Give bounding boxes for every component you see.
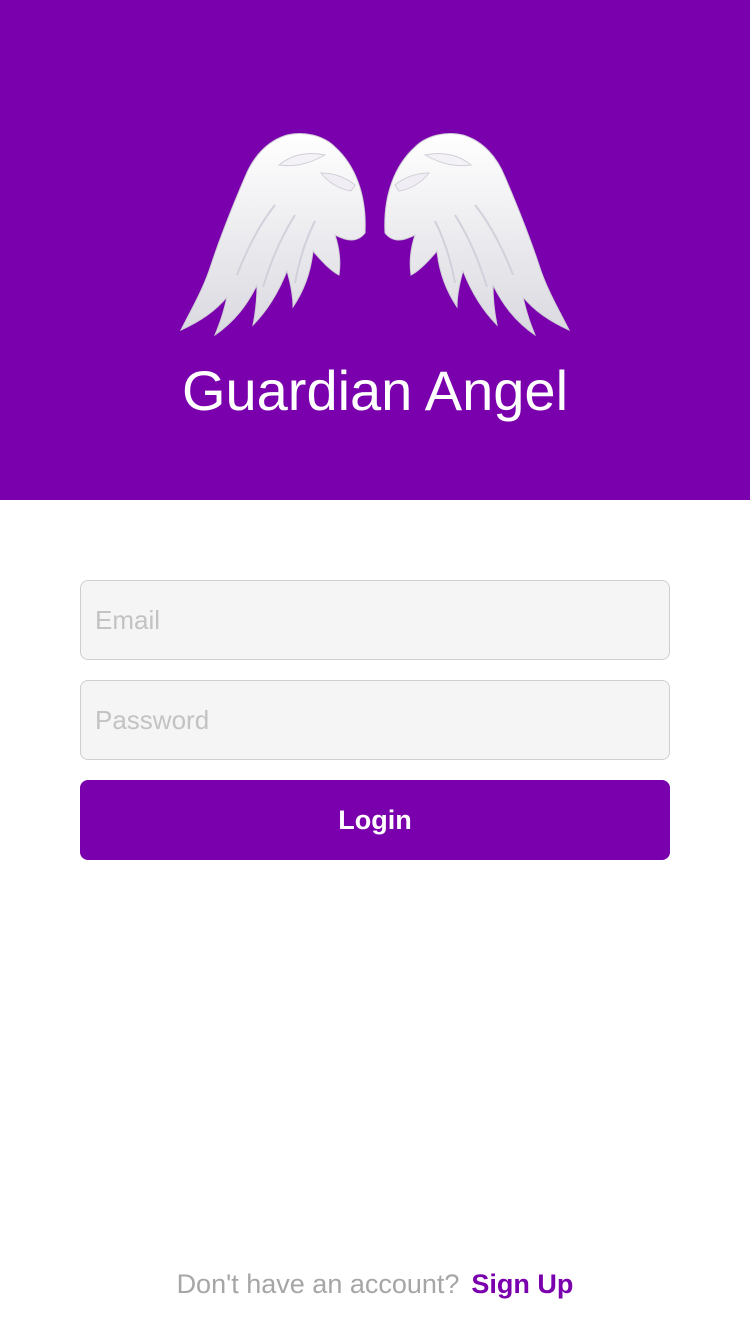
app-title: Guardian Angel [181,359,569,422]
email-field[interactable] [80,580,670,660]
login-button[interactable]: Login [80,780,670,860]
angel-wings-icon [179,133,571,337]
signup-link[interactable]: Sign Up [471,1269,573,1299]
password-field[interactable] [80,680,670,760]
header-banner: Guardian Angel [0,0,750,500]
signup-prompt: Don't have an account? Sign Up [0,1264,750,1304]
no-account-text: Don't have an account? [176,1269,460,1299]
login-screen: Guardian Angel Login Don't have an accou… [0,0,750,1334]
